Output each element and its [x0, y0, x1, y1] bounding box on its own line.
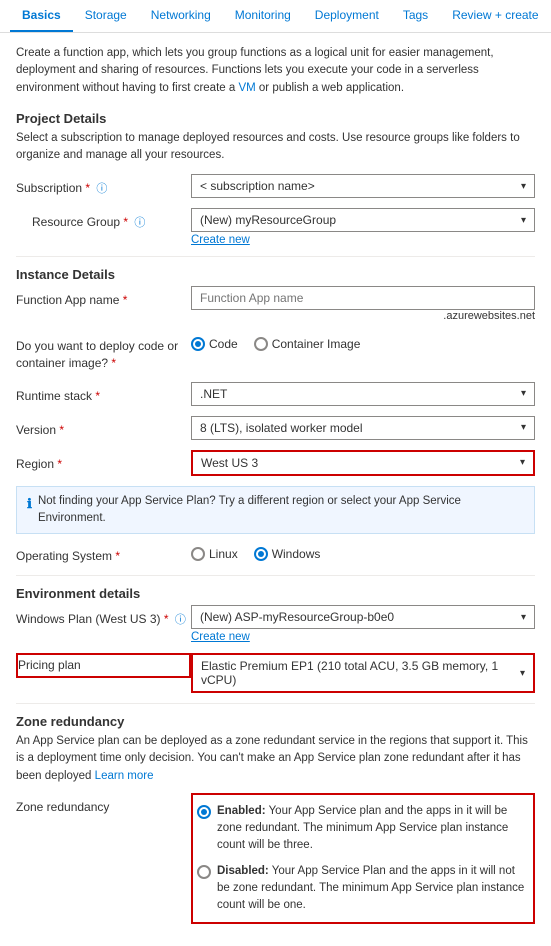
tab-deployment[interactable]: Deployment: [303, 0, 391, 32]
function-app-name-input[interactable]: [191, 286, 535, 310]
windows-plan-info-icon[interactable]: ⓘ: [175, 614, 186, 626]
instance-details-title: Instance Details: [16, 267, 535, 282]
zone-redundancy-field-label: Zone redundancy: [16, 793, 191, 816]
os-row: Operating System * Linux Windows: [16, 542, 535, 565]
deploy-code-radio[interactable]: [191, 337, 205, 351]
zone-redundancy-section: Zone redundancy An App Service plan can …: [16, 714, 535, 924]
windows-plan-row: Windows Plan (West US 3) * ⓘ (New) ASP-m…: [16, 605, 535, 643]
tab-storage[interactable]: Storage: [73, 0, 139, 32]
project-details-desc: Select a subscription to manage deployed…: [16, 130, 535, 165]
region-select[interactable]: West US 3 ▾: [191, 450, 535, 476]
runtime-stack-chevron-icon: ▾: [521, 388, 526, 399]
windows-plan-control: (New) ASP-myResourceGroup-b0e0 ▾ Create …: [191, 605, 535, 643]
pricing-plan-label: Pricing plan: [16, 653, 191, 678]
zone-disabled-text: Disabled: Your App Service Plan and the …: [217, 863, 529, 915]
zone-enabled-radio[interactable]: [197, 805, 211, 819]
runtime-stack-label: Runtime stack *: [16, 382, 191, 405]
environment-details-title: Environment details: [16, 586, 535, 601]
os-windows-radio[interactable]: [254, 547, 268, 561]
os-windows-option[interactable]: Windows: [254, 547, 321, 561]
runtime-stack-select[interactable]: .NET ▾: [191, 382, 535, 406]
zone-redundancy-row: Zone redundancy Enabled: Your App Servic…: [16, 793, 535, 925]
deploy-container-radio[interactable]: [254, 337, 268, 351]
region-chevron-icon: ▾: [520, 457, 525, 468]
pricing-plan-select[interactable]: Elastic Premium EP1 (210 total ACU, 3.5 …: [191, 653, 535, 693]
zone-redundancy-desc: An App Service plan can be deployed as a…: [16, 733, 535, 785]
resource-group-select[interactable]: (New) myResourceGroup ▾: [191, 208, 535, 232]
deploy-type-radio-group: Code Container Image: [191, 332, 535, 351]
tab-bar: Basics Storage Networking Monitoring Dep…: [0, 0, 551, 33]
zone-enabled-option[interactable]: Enabled: Your App Service plan and the a…: [197, 799, 529, 859]
version-row: Version * 8 (LTS), isolated worker model…: [16, 416, 535, 440]
function-app-name-label: Function App name *: [16, 286, 191, 309]
subscription-chevron-icon: ▾: [521, 181, 526, 192]
resource-group-info-icon[interactable]: ⓘ: [134, 217, 145, 229]
subscription-info-icon[interactable]: ⓘ: [96, 183, 107, 195]
function-app-name-row: Function App name * .azurewebsites.net: [16, 286, 535, 322]
pricing-plan-row: Pricing plan Elastic Premium EP1 (210 to…: [16, 653, 535, 693]
version-chevron-icon: ▾: [521, 422, 526, 433]
version-select[interactable]: 8 (LTS), isolated worker model ▾: [191, 416, 535, 440]
tab-monitoring[interactable]: Monitoring: [223, 0, 303, 32]
page-description: Create a function app, which lets you gr…: [16, 45, 535, 97]
runtime-stack-row: Runtime stack * .NET ▾: [16, 382, 535, 406]
resource-group-label: Resource Group * ⓘ: [16, 208, 191, 231]
deploy-type-row: Do you want to deploy code or container …: [16, 332, 535, 372]
zone-enabled-text: Enabled: Your App Service plan and the a…: [217, 803, 529, 855]
version-label: Version *: [16, 416, 191, 439]
vm-link[interactable]: VM: [238, 82, 255, 94]
windows-plan-chevron-icon: ▾: [521, 612, 526, 623]
resource-group-chevron-icon: ▾: [521, 215, 526, 226]
windows-plan-create-new[interactable]: Create new: [191, 631, 535, 643]
pricing-plan-control: Elastic Premium EP1 (210 total ACU, 3.5 …: [191, 653, 535, 693]
zone-redundancy-learn-more[interactable]: Learn more: [95, 770, 154, 782]
subscription-select[interactable]: < subscription name> ▾: [191, 174, 535, 198]
function-app-suffix: .azurewebsites.net: [443, 310, 535, 322]
os-linux-radio[interactable]: [191, 547, 205, 561]
deploy-container-option[interactable]: Container Image: [254, 337, 361, 351]
subscription-control: < subscription name> ▾: [191, 174, 535, 198]
zone-disabled-option[interactable]: Disabled: Your App Service Plan and the …: [197, 859, 529, 919]
info-icon: ℹ: [27, 494, 32, 514]
windows-plan-label: Windows Plan (West US 3) * ⓘ: [16, 605, 191, 628]
version-control: 8 (LTS), isolated worker model ▾: [191, 416, 535, 440]
region-label: Region *: [16, 450, 191, 473]
subscription-label: Subscription * ⓘ: [16, 174, 191, 197]
tab-basics[interactable]: Basics: [10, 0, 73, 32]
os-label: Operating System *: [16, 542, 191, 565]
zone-redundancy-title: Zone redundancy: [16, 714, 535, 729]
deploy-type-label: Do you want to deploy code or container …: [16, 332, 191, 372]
zone-disabled-radio[interactable]: [197, 865, 211, 879]
runtime-stack-control: .NET ▾: [191, 382, 535, 406]
tab-tags[interactable]: Tags: [391, 0, 440, 32]
zone-redundancy-options-box: Enabled: Your App Service plan and the a…: [191, 793, 535, 925]
function-app-name-control: .azurewebsites.net: [191, 286, 535, 322]
resource-group-control: (New) myResourceGroup ▾ Create new: [191, 208, 535, 246]
resource-group-create-new[interactable]: Create new: [191, 234, 535, 246]
zone-redundancy-control: Enabled: Your App Service plan and the a…: [191, 793, 535, 925]
project-details-title: Project Details: [16, 111, 535, 126]
resource-group-row: Resource Group * ⓘ (New) myResourceGroup…: [16, 208, 535, 246]
tab-review-create[interactable]: Review + create: [440, 0, 550, 32]
os-control: Linux Windows: [191, 542, 535, 561]
deploy-type-control: Code Container Image: [191, 332, 535, 351]
tab-networking[interactable]: Networking: [139, 0, 223, 32]
pricing-plan-chevron-icon: ▾: [520, 668, 525, 679]
subscription-row: Subscription * ⓘ < subscription name> ▾: [16, 174, 535, 198]
os-linux-option[interactable]: Linux: [191, 547, 238, 561]
deploy-code-option[interactable]: Code: [191, 337, 238, 351]
os-radio-group: Linux Windows: [191, 542, 535, 561]
region-control: West US 3 ▾: [191, 450, 535, 476]
region-row: Region * West US 3 ▾: [16, 450, 535, 476]
windows-plan-select[interactable]: (New) ASP-myResourceGroup-b0e0 ▾: [191, 605, 535, 629]
region-info-box: ℹ Not finding your App Service Plan? Try…: [16, 486, 535, 535]
